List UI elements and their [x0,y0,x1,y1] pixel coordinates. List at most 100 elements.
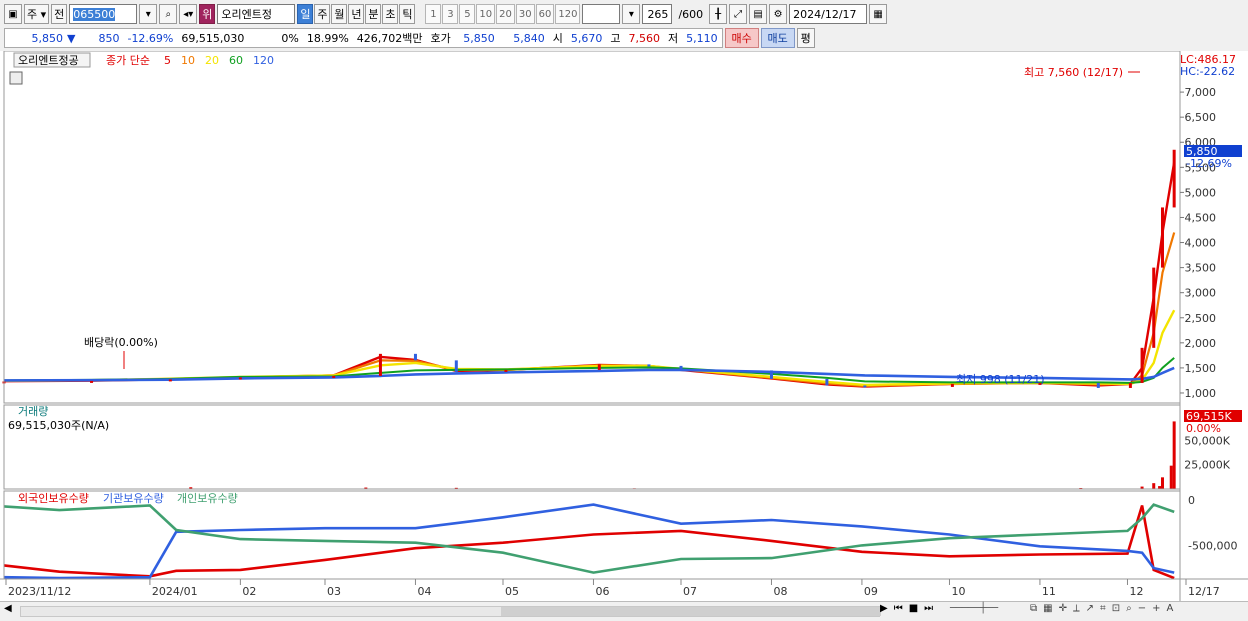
scroll-left-icon[interactable]: ◀ [4,603,12,614]
font-icon[interactable]: A [1166,603,1173,614]
candle [597,364,601,370]
volume-tag2: 0.00% [1186,422,1221,435]
code-dropdown-icon[interactable]: ▾ [139,4,158,24]
legend-item: 60 [229,54,243,67]
volume-tick-label: 50,000K [1184,434,1230,447]
low-annotation: 최저 998 (11/21) [956,373,1045,386]
change-value: 850 [98,31,120,45]
stop-icon[interactable]: ■ [909,603,918,614]
window-icon[interactable]: ▣ [4,4,22,24]
volume-value: 69,515,030 [181,31,245,45]
y-tick-label: 6,500 [1185,111,1217,124]
forward-icon[interactable]: ⏭ [924,603,933,614]
save-icon[interactable]: ▤ [749,4,768,24]
scrollbar[interactable] [20,606,881,617]
interval-dropdown-icon[interactable]: ▾ [622,4,641,24]
interval-button-60[interactable]: 60 [535,4,555,24]
scroll-right-icon[interactable]: ▶ [880,603,888,614]
legend-item: 종가 단순 [106,54,150,67]
low-label: 저 [668,32,679,45]
period-tab-3[interactable]: 년 [348,4,365,24]
hc-label: HC:-22.62 [1180,65,1235,78]
interval-button-20[interactable]: 20 [496,4,515,24]
y-tick-label: 2,500 [1185,312,1217,325]
chart-title: 오리엔트정공 [18,54,79,67]
x-tick-label: 06 [595,585,609,598]
copy-icon[interactable]: ⧉ [1030,603,1037,614]
candle [238,377,242,380]
interval-button-1[interactable]: 1 [425,4,442,24]
interval-button-10[interactable]: 10 [476,4,496,24]
x-tick-label: 07 [683,585,697,598]
candle [504,369,508,372]
calendar-icon[interactable]: ▦ [869,4,888,24]
volume-bar [1172,421,1176,489]
interval-button-5[interactable]: 5 [459,4,476,24]
holding-tick-label: 0 [1188,494,1195,507]
date-input[interactable]: 2024/12/17 [789,4,868,24]
price-value: 5,850 [31,31,64,45]
candle-type-icon[interactable]: ╂ [709,4,728,24]
volume-title: 거래량 [18,405,48,418]
zoom-in-icon[interactable]: + [1152,603,1160,614]
count-input[interactable]: 265 [642,4,673,24]
trend-icon[interactable]: ↗ [1086,603,1094,614]
period-tab-2[interactable]: 월 [331,4,348,24]
text-tool-icon[interactable]: ⌗ [1100,603,1106,614]
bid2-value: 5,840 [513,31,545,45]
rank-badge[interactable]: 위 [199,4,216,24]
candle [950,383,954,387]
candle [1128,382,1132,388]
low-value: 5,110 [686,31,718,45]
stock-name-field[interactable]: 오리엔트정 [217,4,296,24]
y-tick-label: 4,000 [1185,237,1217,250]
period-tab-0[interactable]: 일 [297,4,314,24]
zoom-out-icon[interactable]: − [1138,603,1146,614]
crosshair-icon[interactable]: ✛ [1059,603,1067,614]
period-tab-1[interactable]: 주 [314,4,331,24]
quote-bar: 5,850 ▼ 850 -12.69% 69,515,030 0% 18.99%… [0,27,1248,49]
x-tick-label: 09 [864,585,878,598]
chart-area[interactable]: 1,000 1,500 2,000 2,500 3,000 3,500 4,000 4,500… [0,51,1248,601]
interval-button-3[interactable]: 3 [442,4,459,24]
candle [825,378,829,386]
gear-icon[interactable]: ⚙ [769,4,788,24]
buy-button[interactable]: 매수 [724,28,759,48]
sell-button[interactable]: 매도 [760,28,795,48]
rewind-icon[interactable]: ⏮ [894,603,903,614]
volume-tick-label: 25,000K [1184,459,1230,472]
draw-tool-icon[interactable]: ⤢ [729,4,748,24]
period-tab-4[interactable]: 분 [365,4,382,24]
ruler-icon[interactable]: ⟂ [1073,603,1080,614]
period-tab-5[interactable]: 초 [382,4,399,24]
candle [1096,382,1100,388]
period-tab-6[interactable]: 틱 [399,4,416,24]
candle [90,380,94,383]
type-button[interactable]: 전 [51,4,68,24]
interval-button-30[interactable]: 30 [515,4,535,24]
code-input[interactable]: 065500 [69,4,138,24]
period-tabs: 일주월년분초틱 [297,4,416,24]
magnify-icon[interactable]: ⌕ [1126,603,1132,614]
candle [168,379,172,382]
y-tick-label: 5,000 [1185,186,1217,199]
candle [679,365,683,371]
search-icon[interactable]: ⌕ [159,4,178,24]
candle [413,353,417,361]
market-select[interactable]: 주 ▾ [24,4,50,24]
pct-tag: -12.69% [1186,157,1232,170]
zoom-slider[interactable]: ─────┼── [950,603,998,614]
scroll-thumb[interactable] [501,607,881,616]
layout-icon[interactable]: ▦ [1043,603,1052,614]
speaker-icon[interactable]: ◂▾ [179,4,198,24]
interval-custom-input[interactable] [582,4,621,24]
legend-item: 20 [205,54,219,67]
candle [863,385,867,388]
avg-button[interactable]: 평 [796,28,815,48]
high-annotation: 최고 7,560 (12/17) [1024,66,1123,79]
holding-legend-item: 기관보유수량 [103,492,164,505]
open-label: 시 [552,32,563,45]
x-tick-label: 04 [417,585,431,598]
interval-button-120[interactable]: 120 [555,4,581,24]
lock-icon[interactable]: ⊡ [1112,603,1120,614]
